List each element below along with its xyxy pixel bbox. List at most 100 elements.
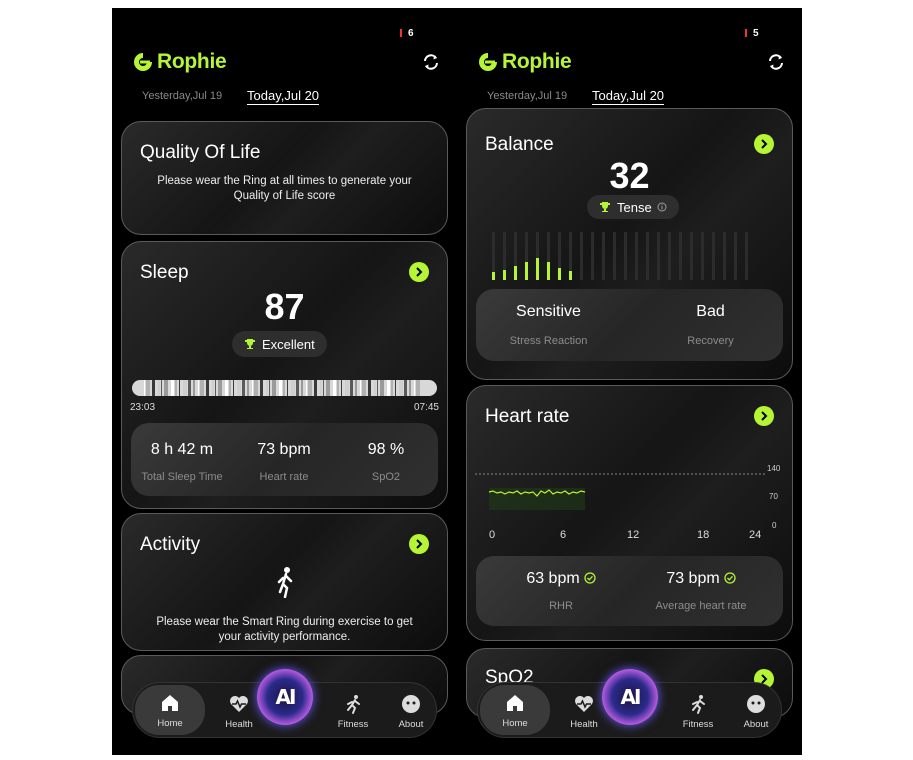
balance-bar-track <box>723 232 726 280</box>
ai-assistant-button[interactable]: AI <box>602 669 658 725</box>
sleep-stage-segment <box>164 380 168 396</box>
card-title: Sleep <box>140 262 189 283</box>
sleep-stage-segment <box>341 380 342 396</box>
y-tick: 0 <box>772 521 777 530</box>
balance-bar-track <box>701 232 704 280</box>
balance-card[interactable]: Balance 32 Tense Sensitive Stress Reacti… <box>466 108 793 380</box>
heart-rate-stat-rhr: 63 bpm RHR <box>496 570 626 612</box>
sleep-stage-segment <box>252 380 253 396</box>
heart-rate-card[interactable]: Heart rate 140 70 0 0 6 12 18 24 63 bpm … <box>466 385 793 641</box>
x-tick: 18 <box>697 529 710 541</box>
stat-value: Bad <box>696 303 725 320</box>
chevron-right-icon <box>416 267 423 277</box>
sleep-stage-segment <box>146 380 150 396</box>
balance-bar <box>514 266 517 280</box>
sleep-card[interactable]: Sleep 87 Excellent 23:03 07:45 8 h 42 m … <box>121 241 448 509</box>
sleep-stage-segment <box>212 380 214 396</box>
date-tab-today[interactable]: Today,Jul 20 <box>592 88 665 105</box>
stat-value: 73 bpm <box>666 570 720 587</box>
fitness-runner-icon <box>347 695 360 714</box>
balance-bar-track <box>602 232 605 280</box>
balance-open-button[interactable] <box>754 134 774 154</box>
date-tab-yesterday[interactable]: Yesterday,Jul 19 <box>142 90 222 102</box>
info-icon[interactable] <box>657 202 667 212</box>
nav-fitness[interactable]: Fitness <box>670 683 726 737</box>
balance-rating-badge: Tense <box>587 195 679 219</box>
sleep-stage-segment <box>152 380 155 396</box>
app-name: Rophie <box>157 50 227 73</box>
stat-label: Heart rate <box>259 471 309 483</box>
balance-stats-panel: Sensitive Stress Reaction Bad Recovery <box>476 289 783 361</box>
nav-home[interactable]: Home <box>480 685 550 735</box>
sleep-stage-segment <box>360 380 361 396</box>
sleep-end-time: 07:45 <box>413 402 439 413</box>
nav-fitness[interactable]: Fitness <box>325 683 381 737</box>
balance-bar-track <box>657 232 660 280</box>
date-tab-today[interactable]: Today,Jul 20 <box>247 88 320 105</box>
logo-mark-icon <box>479 53 497 71</box>
sleep-stage-segment <box>200 380 204 396</box>
heart-rate-open-button[interactable] <box>754 406 774 426</box>
sync-icon[interactable] <box>421 52 441 72</box>
balance-bar-track <box>635 232 638 280</box>
sleep-stage-segment <box>296 380 299 396</box>
sleep-stage-segment <box>404 380 407 396</box>
stat-value: 73 bpm <box>257 441 311 458</box>
balance-stat-stress: Sensitive Stress Reaction <box>476 303 621 347</box>
quality-message-line2: Quality of Life score <box>233 190 336 202</box>
trophy-icon <box>245 339 255 349</box>
quality-of-life-card[interactable]: Quality Of Life Please wear the Ring at … <box>121 121 448 235</box>
x-tick: 0 <box>489 529 496 541</box>
stat-value: 98 % <box>367 441 405 458</box>
sleep-stage-segment <box>247 380 249 396</box>
sleep-stage-segment <box>391 380 393 396</box>
sleep-stage-segment <box>229 380 231 396</box>
activity-card[interactable]: Activity Please wear the Smart Ring duri… <box>121 513 448 651</box>
heart-rate-stat-average: 73 bpm Average heart rate <box>626 570 776 612</box>
balance-bar-track <box>646 232 649 280</box>
sleep-open-button[interactable] <box>409 262 429 282</box>
activity-open-button[interactable] <box>409 534 429 554</box>
sleep-stage-segment <box>308 380 312 396</box>
sleep-stage-segment <box>242 380 245 396</box>
sleep-stage-segment <box>323 380 324 396</box>
home-icon <box>162 695 178 711</box>
heart-pulse-icon <box>575 696 593 712</box>
nav-label: Fitness <box>337 719 369 730</box>
sleep-stage-segment <box>206 380 209 396</box>
sleep-stage-segment <box>183 380 187 396</box>
quality-message-line1: Please wear the Ring at all times to gen… <box>157 175 412 187</box>
date-tab-yesterday[interactable]: Yesterday,Jul 19 <box>487 90 567 102</box>
balance-bar-track <box>712 232 715 280</box>
sleep-stage-segment <box>377 380 378 396</box>
nav-about[interactable]: About <box>383 683 439 737</box>
sleep-stage-segment <box>320 380 322 396</box>
balance-bar-track <box>613 232 616 280</box>
sleep-stage-segment <box>218 380 222 396</box>
runner-icon <box>277 567 293 598</box>
sleep-stage-segment <box>414 380 415 396</box>
ai-label: AI <box>620 685 642 709</box>
sleep-stage-segment <box>301 380 303 396</box>
trophy-icon <box>600 202 610 212</box>
nav-about[interactable]: About <box>728 683 784 737</box>
sync-icon[interactable] <box>766 52 786 72</box>
about-face-icon <box>402 695 420 713</box>
sleep-stage-segment <box>345 380 349 396</box>
balance-bar <box>558 268 561 280</box>
heart-rate-stats-panel: 63 bpm RHR 73 bpm Average heart rate <box>476 556 783 626</box>
card-title: Balance <box>485 134 554 155</box>
sleep-stage-segment <box>272 380 276 396</box>
balance-bar-track <box>745 232 748 280</box>
stat-label: Total Sleep Time <box>141 471 223 483</box>
stat-label: Stress Reaction <box>509 335 588 347</box>
nav-home[interactable]: Home <box>135 685 205 735</box>
sleep-stage-segment <box>409 380 411 396</box>
check-circle-icon <box>584 572 596 584</box>
sleep-stage-segment <box>266 380 268 396</box>
activity-message-line2: your activity performance. <box>218 631 351 643</box>
heart-rate-chart <box>475 473 765 510</box>
sleep-stage-segment <box>333 380 336 396</box>
sleep-stage-segment <box>179 380 180 396</box>
ai-assistant-button[interactable]: AI <box>257 669 313 725</box>
